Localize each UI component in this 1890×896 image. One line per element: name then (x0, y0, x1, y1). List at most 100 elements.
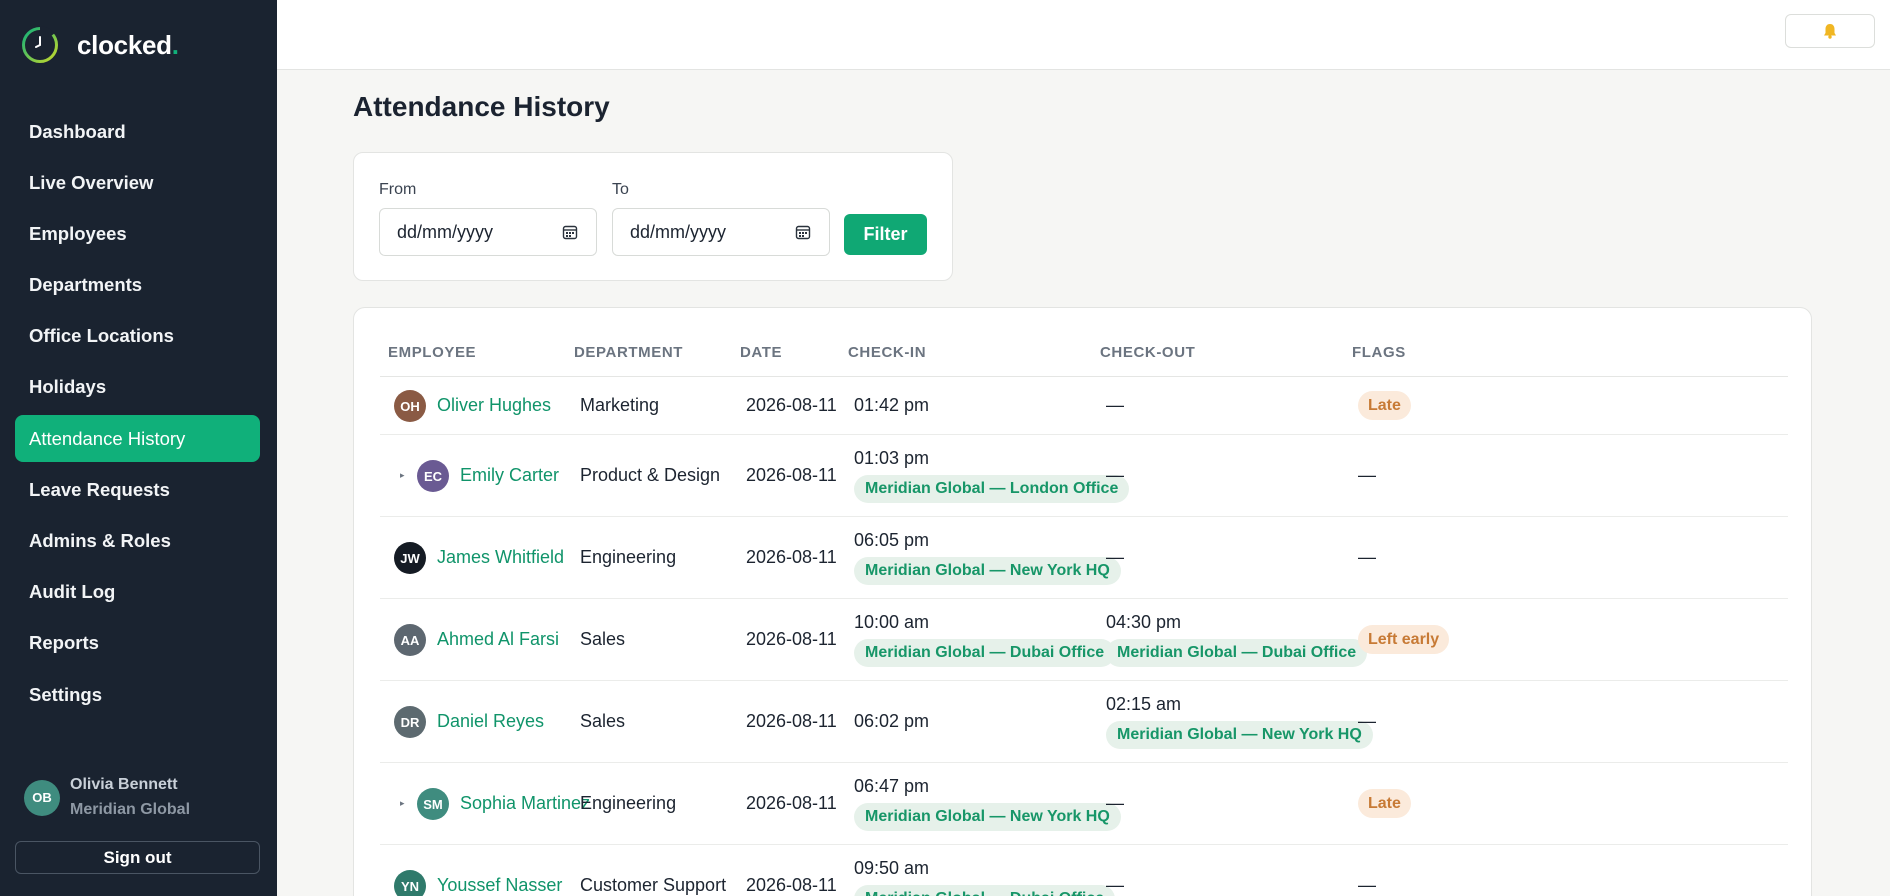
department-cell: Sales (580, 711, 626, 731)
date-cell: 2026-08-11 (746, 793, 837, 813)
check-in-time: 01:03 pm (854, 448, 930, 468)
app-name: clocked. (77, 30, 179, 61)
flag-cell: — (1358, 711, 1376, 731)
flag-cell: — (1358, 875, 1376, 895)
column-header-date: DATE (740, 344, 783, 361)
filter-button[interactable]: Filter (844, 214, 927, 255)
table-row: ▸ SM Sophia Martinez Engineering 2026-08-11 0… (380, 763, 1788, 845)
to-date-value: dd/mm/yyyy (630, 221, 727, 242)
check-in-time: 10:00 am (854, 612, 930, 632)
column-header-check-in: CHECK-IN (848, 344, 927, 361)
date-cell: 2026-08-11 (746, 395, 837, 415)
sidebar-item-departments[interactable]: Departments (15, 262, 260, 309)
employee-name-link[interactable]: James Whitfield (437, 547, 564, 568)
flag-badge: Left early (1358, 625, 1450, 654)
expand-caret-icon[interactable]: ▸ (400, 470, 405, 481)
from-date-input[interactable]: dd/mm/yyyy (379, 208, 597, 256)
app-name-dot: . (171, 29, 179, 60)
from-date-value: dd/mm/yyyy (397, 221, 494, 242)
department-cell: Sales (580, 629, 626, 649)
sidebar-item-reports[interactable]: Reports (15, 620, 260, 667)
check-in-time: 01:42 pm (854, 395, 930, 415)
avatar: DR (394, 706, 426, 738)
check-out-location-badge: Meridian Global — Dubai Office (1106, 639, 1368, 667)
clock-logo-icon (22, 26, 58, 63)
from-label: From (379, 181, 417, 198)
avatar: JW (394, 542, 426, 574)
check-out-time: — (1106, 465, 1124, 485)
expand-caret-icon[interactable]: ▸ (400, 798, 405, 809)
filter-card: From dd/mm/yyyy To dd/mm/yyyy Filter (353, 152, 953, 281)
flag-cell: — (1358, 465, 1376, 485)
employee-name-link[interactable]: Ahmed Al Farsi (437, 629, 559, 650)
employee-name-link[interactable]: Sophia Martinez (460, 793, 590, 814)
table-row: AA Ahmed Al Farsi Sales 2026-08-11 10:00 am M… (380, 599, 1788, 681)
check-out-time: — (1106, 875, 1124, 895)
to-date-input[interactable]: dd/mm/yyyy (612, 208, 830, 256)
table-row: OH Oliver Hughes Marketing 2026-08-11 01:42 … (380, 377, 1788, 435)
table-row: DR Daniel Reyes Sales 2026-08-11 06:02 pm 02:… (380, 681, 1788, 763)
sidebar-item-leave-requests[interactable]: Leave Requests (15, 466, 260, 513)
check-in-location-badge: Meridian Global — New York HQ (854, 803, 1121, 831)
date-cell: 2026-08-11 (746, 711, 837, 731)
employee-name-link[interactable]: Youssef Nasser (437, 875, 562, 896)
sidebar-item-employees[interactable]: Employees (15, 210, 260, 257)
avatar: OB (24, 779, 60, 816)
check-out-location-badge: Meridian Global — New York HQ (1106, 721, 1373, 749)
check-in-time: 06:02 pm (854, 711, 930, 731)
sidebar: clocked. Dashboard Live Overview Employees… (0, 0, 277, 896)
department-cell: Customer Support (580, 875, 727, 895)
check-in-location-badge: Meridian Global — Dubai Office (854, 885, 1116, 896)
calendar-icon[interactable] (562, 224, 578, 240)
check-out-time: 04:30 pm (1106, 612, 1182, 632)
check-in-time: 09:50 am (854, 858, 930, 878)
employee-name-link[interactable]: Emily Carter (460, 465, 559, 486)
table-row: YN Youssef Nasser Customer Support 2026-08-… (380, 845, 1788, 896)
app-name-text: clocked (77, 29, 172, 60)
check-out-time: — (1106, 793, 1124, 813)
sidebar-item-holidays[interactable]: Holidays (15, 364, 260, 411)
department-cell: Product & Design (580, 465, 721, 485)
check-in-location-badge: Meridian Global — Dubai Office (854, 639, 1116, 667)
avatar: YN (394, 870, 426, 896)
calendar-icon[interactable] (795, 224, 811, 240)
department-cell: Engineering (580, 547, 677, 567)
table-row: ▸ EC Emily Carter Product & Design 2026-08-1… (380, 435, 1788, 517)
department-cell: Engineering (580, 793, 677, 813)
sign-out-button[interactable]: Sign out (15, 841, 260, 874)
sidebar-item-dashboard[interactable]: Dashboard (15, 108, 260, 155)
column-header-flags: FLAGS (1352, 344, 1406, 361)
date-cell: 2026-08-11 (746, 875, 837, 895)
page-title: Attendance History (353, 91, 610, 122)
avatar: OH (394, 390, 426, 422)
date-cell: 2026-08-11 (746, 547, 837, 567)
employee-name-link[interactable]: Oliver Hughes (437, 395, 551, 416)
check-in-time: 06:05 pm (854, 530, 930, 550)
check-in-location-badge: Meridian Global — New York HQ (854, 557, 1121, 585)
flag-cell: — (1358, 547, 1376, 567)
employee-name-link[interactable]: Daniel Reyes (437, 711, 544, 732)
to-label: To (612, 181, 629, 198)
date-cell: 2026-08-11 (746, 629, 837, 649)
check-in-location-badge: Meridian Global — London Office (854, 475, 1130, 503)
check-out-time: — (1106, 395, 1124, 415)
flag-badge: Late (1358, 391, 1411, 420)
column-header-check-out: CHECK-OUT (1100, 344, 1196, 361)
sidebar-item-attendance-history[interactable]: Attendance History (15, 415, 260, 463)
sidebar-item-office-locations[interactable]: Office Locations (15, 313, 260, 360)
check-out-time: 02:15 am (1106, 694, 1182, 714)
sidebar-item-settings[interactable]: Settings (15, 671, 260, 718)
notifications-button[interactable] (1785, 14, 1875, 48)
sidebar-item-admins-and-roles[interactable]: Admins & Roles (15, 518, 260, 565)
table-row: JW James Whitfield Engineering 2026-08-11 06… (380, 517, 1788, 599)
avatar: EC (417, 460, 449, 492)
logo[interactable]: clocked. (20, 25, 179, 65)
user-name: Olivia Bennett (70, 776, 178, 793)
sidebar-item-audit-log[interactable]: Audit Log (15, 569, 260, 616)
sidebar-item-live-overview[interactable]: Live Overview (15, 159, 260, 206)
flag-badge: Late (1358, 789, 1411, 818)
column-header-department: DEPARTMENT (574, 344, 684, 361)
attendance-table: EMPLOYEE DEPARTMENT DATE CHECK-IN CHECK-OUT F… (353, 307, 1812, 896)
check-out-time: — (1106, 547, 1124, 567)
user-org: Meridian Global (70, 801, 191, 818)
